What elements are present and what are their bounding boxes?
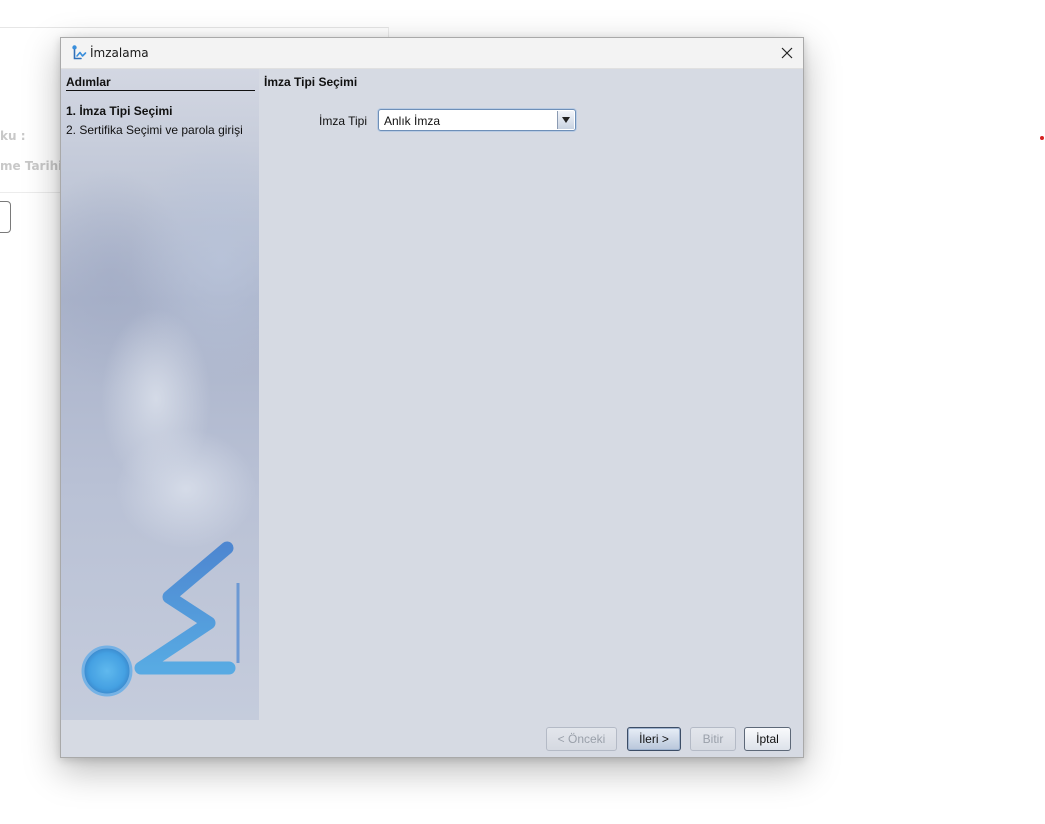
dropdown-arrow-button[interactable] bbox=[557, 111, 574, 129]
signature-icon bbox=[72, 45, 87, 60]
next-button[interactable]: İleri > bbox=[627, 727, 681, 751]
signature-type-select[interactable]: Anlık İmza bbox=[378, 109, 576, 131]
background-separator bbox=[0, 192, 60, 193]
background-label-1: ku : bbox=[0, 129, 26, 143]
sigma-logo bbox=[81, 541, 240, 697]
dialog-title: İmzalama bbox=[90, 46, 149, 60]
background-button[interactable] bbox=[0, 201, 11, 233]
step-item-signature-type: 1. İmza Tipi Seçimi bbox=[66, 104, 173, 118]
steps-header: Adımlar bbox=[66, 75, 255, 91]
previous-button[interactable]: < Önceki bbox=[546, 727, 617, 751]
signature-type-value: Anlık İmza bbox=[384, 114, 441, 128]
close-button[interactable] bbox=[771, 38, 803, 68]
cancel-button[interactable]: İptal bbox=[744, 727, 791, 751]
signature-type-label: İmza Tipi bbox=[319, 114, 368, 128]
red-dot-marker bbox=[1040, 136, 1044, 140]
step-item-certificate: 2. Sertifika Seçimi ve parola girişi bbox=[66, 123, 243, 137]
close-icon bbox=[781, 47, 793, 59]
steps-panel: Adımlar 1. İmza Tipi Seçimi 2. Sertifika… bbox=[61, 69, 259, 720]
dialog-titlebar: İmzalama bbox=[61, 38, 803, 69]
signing-dialog: İmzalama Adımlar 1. İmza Tipi Seçimi 2. … bbox=[60, 37, 804, 758]
content-title: İmza Tipi Seçimi bbox=[264, 75, 358, 89]
chevron-down-icon bbox=[562, 117, 570, 123]
finish-button[interactable]: Bitir bbox=[690, 727, 736, 751]
